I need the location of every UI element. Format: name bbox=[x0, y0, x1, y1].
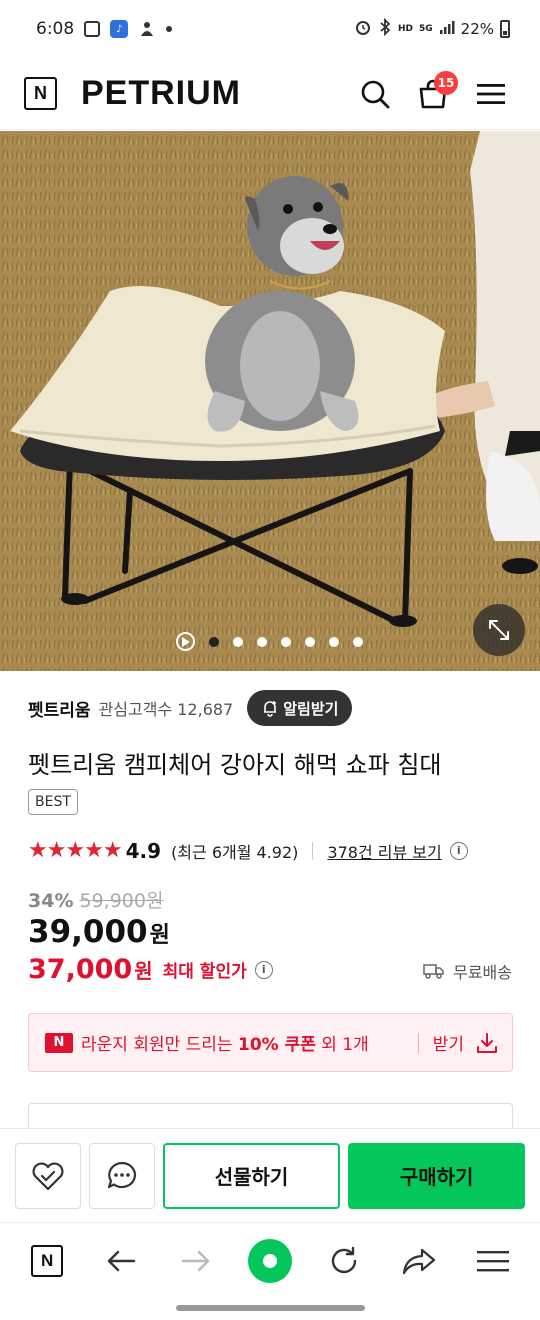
signal-icon bbox=[439, 19, 455, 39]
app-notification-icon: ♪ bbox=[110, 20, 129, 38]
status-right: HD 5G 22% bbox=[354, 17, 510, 40]
discount-row: 34% 59,900원 bbox=[28, 886, 163, 913]
play-icon bbox=[182, 636, 190, 647]
truck-icon bbox=[423, 964, 444, 979]
info-icon[interactable]: i bbox=[449, 841, 468, 860]
coupon-download-label: 받기 bbox=[432, 1035, 464, 1055]
coupon-divider bbox=[417, 1032, 419, 1053]
image-pagination bbox=[176, 632, 363, 651]
follower-count: 관심고객수 12,687 bbox=[98, 700, 234, 719]
sale-price: 39,000 bbox=[28, 914, 148, 950]
rating-row: ★★★★★ 4.9 (최근 6개월 4.92) 378건 리뷰 보기 i bbox=[28, 838, 468, 863]
pagination-dot-7[interactable] bbox=[353, 636, 363, 647]
status-time: 6:08 bbox=[36, 19, 75, 39]
pagination-dot-6[interactable] bbox=[329, 636, 339, 647]
menu-button[interactable] bbox=[466, 69, 516, 119]
refresh-icon bbox=[332, 1246, 357, 1273]
hamburger-menu-icon bbox=[476, 1250, 509, 1271]
arrow-right-icon bbox=[181, 1250, 209, 1271]
coupon-download-button[interactable]: 받기 bbox=[433, 1030, 498, 1055]
max-discount-unit: 원 bbox=[134, 959, 153, 983]
coupon-banner[interactable]: N 라운지 회원만 드리는 10% 쿠폰 외 1개 받기 bbox=[28, 1013, 513, 1072]
talk-button[interactable] bbox=[88, 1142, 155, 1209]
naver-n-icon: N bbox=[31, 1244, 64, 1277]
expand-image-button[interactable] bbox=[473, 604, 525, 656]
top-header: N PETRIUM 15 bbox=[0, 58, 540, 130]
cart-count-badge: 15 bbox=[434, 70, 458, 95]
expand-icon bbox=[489, 620, 509, 640]
star-rating-icon: ★★★★★ bbox=[28, 838, 123, 863]
heart-check-icon bbox=[32, 1162, 64, 1190]
hamburger-menu-icon bbox=[477, 83, 505, 104]
pagination-dot-4[interactable] bbox=[281, 636, 291, 647]
share-arrow-icon bbox=[402, 1248, 435, 1274]
max-discount-price: 37,000 bbox=[28, 954, 133, 985]
shipping-info: 무료배송 bbox=[423, 959, 512, 983]
notify-button[interactable]: 알림받기 bbox=[247, 690, 353, 726]
network-5g-icon: 5G bbox=[419, 23, 433, 34]
purchase-action-bar: 선물하기 구매하기 bbox=[0, 1128, 540, 1222]
sale-price-row: 39,000 원 bbox=[28, 914, 170, 950]
slideshow-play-button[interactable] bbox=[176, 632, 195, 651]
forward-button[interactable] bbox=[170, 1235, 222, 1287]
sale-price-unit: 원 bbox=[149, 923, 170, 948]
notify-label: 알림받기 bbox=[283, 699, 339, 718]
refresh-button[interactable] bbox=[318, 1235, 370, 1287]
product-image[interactable] bbox=[0, 131, 540, 671]
more-notifications-dot bbox=[166, 26, 173, 32]
product-title: 펫트리움 캠피체어 강아지 해먹 쇼파 침대 bbox=[28, 751, 442, 779]
pagination-dot-5[interactable] bbox=[305, 636, 315, 647]
brand-logo[interactable]: PETRIUM bbox=[81, 74, 342, 113]
max-discount-row: 37,000 원 최대 할인가 i bbox=[28, 954, 273, 985]
product-photo-illustration bbox=[0, 131, 540, 671]
share-button[interactable] bbox=[393, 1235, 445, 1287]
status-left: 6:08 ♪ bbox=[36, 19, 354, 39]
seller-row: 펫트리움 관심고객수 12,687 알림받기 bbox=[28, 690, 353, 726]
discount-rate: 34% bbox=[28, 890, 74, 912]
hd-voice-icon: HD bbox=[397, 23, 413, 34]
coupon-n-icon: N bbox=[45, 1032, 73, 1053]
bell-plus-icon bbox=[264, 701, 277, 717]
coupon-text: 라운지 회원만 드리는 10% 쿠폰 외 1개 bbox=[81, 1035, 369, 1055]
browser-nav-bar: N bbox=[0, 1222, 540, 1298]
browser-home-button[interactable]: N bbox=[21, 1235, 73, 1287]
download-icon bbox=[477, 1032, 497, 1053]
battery-percent: 22% bbox=[460, 20, 494, 38]
rating-value: 4.9 bbox=[125, 838, 162, 863]
battery-icon bbox=[500, 20, 510, 38]
recent-rating: (최근 6개월 4.92) bbox=[171, 842, 299, 862]
search-button[interactable] bbox=[350, 69, 400, 119]
gesture-navigation-bar[interactable] bbox=[176, 1305, 365, 1311]
search-icon bbox=[361, 80, 390, 108]
max-discount-info-icon[interactable]: i bbox=[254, 960, 273, 979]
pagination-dot-1[interactable] bbox=[209, 636, 219, 647]
naver-n-logo[interactable]: N bbox=[24, 77, 57, 110]
back-button[interactable] bbox=[95, 1235, 147, 1287]
gallery-icon bbox=[84, 21, 101, 37]
chat-bubble-icon bbox=[107, 1161, 136, 1188]
divider bbox=[312, 841, 314, 860]
best-badge: BEST bbox=[28, 789, 78, 815]
pagination-dot-2[interactable] bbox=[233, 636, 243, 647]
pagination-dot-3[interactable] bbox=[257, 636, 267, 647]
bluetooth-icon bbox=[378, 17, 392, 40]
green-circle-icon bbox=[247, 1238, 292, 1283]
cart-button[interactable]: 15 bbox=[408, 69, 458, 119]
wishlist-button[interactable] bbox=[15, 1142, 81, 1209]
max-discount-label: 최대 할인가 bbox=[162, 962, 247, 982]
alarm-icon bbox=[354, 18, 372, 40]
arrow-left-icon bbox=[108, 1250, 136, 1271]
green-dot-button[interactable] bbox=[244, 1235, 296, 1287]
gift-button[interactable]: 선물하기 bbox=[162, 1142, 341, 1209]
seller-name[interactable]: 펫트리움 bbox=[28, 696, 91, 721]
browser-menu-button[interactable] bbox=[467, 1235, 519, 1287]
assistant-icon bbox=[138, 20, 156, 38]
status-bar: 6:08 ♪ HD 5G 22% bbox=[0, 0, 540, 58]
original-price: 59,900원 bbox=[79, 890, 164, 912]
buy-button[interactable]: 구매하기 bbox=[348, 1142, 525, 1209]
shipping-label: 무료배송 bbox=[453, 963, 512, 982]
review-link[interactable]: 378건 리뷰 보기 bbox=[327, 839, 441, 863]
